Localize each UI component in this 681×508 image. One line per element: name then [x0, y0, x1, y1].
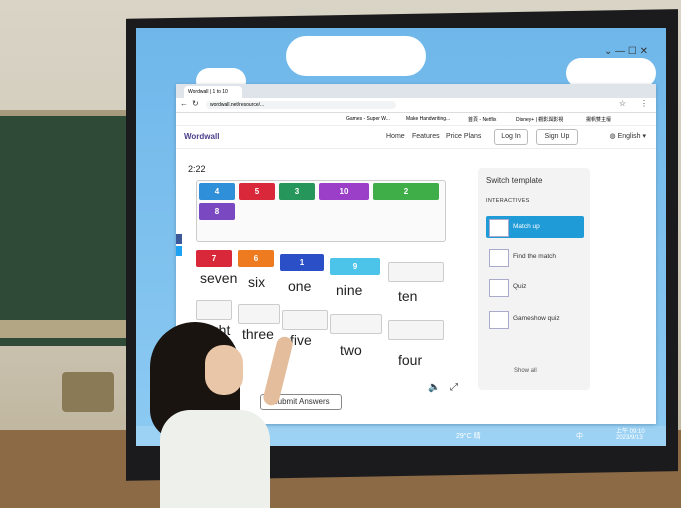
back-icon[interactable]: ← [180, 99, 188, 108]
answer-slot[interactable] [388, 262, 444, 282]
language-selector[interactable]: ◍ English ▾ [610, 132, 647, 140]
word-label: two [340, 342, 362, 358]
word-label: nine [336, 282, 363, 298]
word-label: three [242, 326, 274, 342]
word-label: one [288, 278, 312, 294]
nav-features[interactable]: Features [412, 133, 440, 140]
fullscreen-icon[interactable]: ⤢ [450, 382, 458, 393]
sound-icon[interactable]: 🔈 [428, 382, 440, 393]
menu-icon[interactable]: ⋮ [640, 99, 648, 108]
number-tile[interactable]: 4 [199, 183, 235, 200]
template-gameshow-quiz[interactable]: Gameshow quiz [486, 308, 584, 330]
find-match-thumbnail [489, 249, 509, 267]
signup-button[interactable]: Sign Up [536, 129, 578, 145]
template-find-the-match[interactable]: Find the match [486, 246, 584, 268]
template-label: Gameshow quiz [513, 315, 560, 322]
bookmarks-bar: Games - Super W... Make Handwriting... 首… [176, 113, 656, 126]
timer: 2:22 [188, 164, 206, 174]
placed-tile[interactable]: 7 [196, 250, 232, 267]
nav-price-plans[interactable]: Price Plans [446, 133, 481, 140]
bookmark-item[interactable]: Disney+ | 觀影與影視 [516, 116, 563, 123]
panel-title: Switch template [486, 176, 543, 185]
wall-speaker [62, 372, 114, 412]
word-label: five [290, 332, 312, 348]
template-label: Find the match [513, 253, 556, 260]
answer-slot[interactable] [196, 300, 232, 320]
cloud-decoration [286, 36, 426, 76]
panel-subtitle: INTERACTIVES [486, 198, 530, 204]
bookmark-item[interactable]: 揚帆雙主壇 [586, 116, 611, 123]
number-tile[interactable]: 10 [319, 183, 369, 200]
window-controls[interactable]: ⌄ — ☐ ✕ [604, 46, 648, 57]
template-match-up[interactable]: Match up [486, 216, 584, 238]
browser-window: Wordwall | 1 to 10 ⌄ — ☐ ✕ ← ↻ wordwall.… [176, 46, 656, 424]
reload-icon[interactable]: ↻ [192, 99, 199, 108]
site-header: Wordwall Home Features Price Plans Log I… [176, 126, 656, 149]
clock-date[interactable]: 2023/9/13 [616, 435, 643, 441]
answer-slot[interactable] [330, 314, 382, 334]
template-quiz[interactable]: Quiz [486, 276, 584, 298]
language-label: English [617, 133, 641, 140]
word-label: seven [200, 270, 238, 286]
show-all-link[interactable]: Show all [514, 368, 537, 374]
switch-template-panel: Switch template INTERACTIVES Match up Fi… [478, 168, 590, 390]
address-bar[interactable]: ← ↻ wordwall.net/resource/... ☆ ⋮ [176, 98, 656, 113]
bookmark-item[interactable]: 首頁 - Netflix [468, 116, 496, 123]
clock-time[interactable]: 上午 09:10 [616, 426, 645, 435]
bookmark-item[interactable]: Make Handwriting... [406, 116, 450, 122]
answer-slot[interactable] [238, 304, 280, 324]
login-button[interactable]: Log In [494, 129, 528, 145]
answer-slot[interactable] [282, 310, 328, 330]
browser-tab[interactable]: Wordwall | 1 to 10 [184, 86, 242, 98]
template-label: Quiz [513, 283, 527, 290]
number-tile[interactable]: 3 [279, 183, 315, 200]
placed-tile[interactable]: 6 [238, 250, 274, 267]
child-shirt [160, 410, 270, 508]
chalkboard [0, 110, 140, 346]
ime-indicator[interactable]: 中 [576, 431, 583, 441]
globe-icon: ◍ [609, 133, 618, 140]
tile-tray: 4 5 3 10 2 8 [196, 180, 446, 242]
number-tile[interactable]: 8 [199, 203, 235, 220]
word-label: four [398, 352, 423, 368]
template-label: Match up [513, 223, 540, 230]
placed-tile[interactable]: 1 [280, 254, 324, 271]
bookmark-item[interactable]: Games - Super W... [346, 116, 390, 122]
number-tile[interactable]: 2 [373, 183, 439, 200]
weather-widget[interactable]: 29°C 晴 [456, 431, 481, 441]
star-icon[interactable]: ☆ [619, 99, 626, 108]
nav-home[interactable]: Home [386, 133, 405, 140]
gameshow-thumbnail [489, 311, 509, 329]
placed-tile[interactable]: 9 [330, 258, 380, 275]
url-field[interactable]: wordwall.net/resource/... [206, 101, 396, 109]
classroom-photo: Wordwall | 1 to 10 ⌄ — ☐ ✕ ← ↻ wordwall.… [0, 0, 681, 508]
answer-slot[interactable] [388, 320, 444, 340]
number-tile[interactable]: 5 [239, 183, 275, 200]
child-face [205, 345, 243, 395]
tab-bar: Wordwall | 1 to 10 ⌄ — ☐ ✕ [176, 46, 656, 98]
word-label: six [248, 274, 266, 290]
wordwall-logo[interactable]: Wordwall [184, 132, 219, 141]
word-label: ten [398, 288, 418, 304]
quiz-thumbnail [489, 279, 509, 297]
match-up-thumbnail [489, 219, 509, 237]
